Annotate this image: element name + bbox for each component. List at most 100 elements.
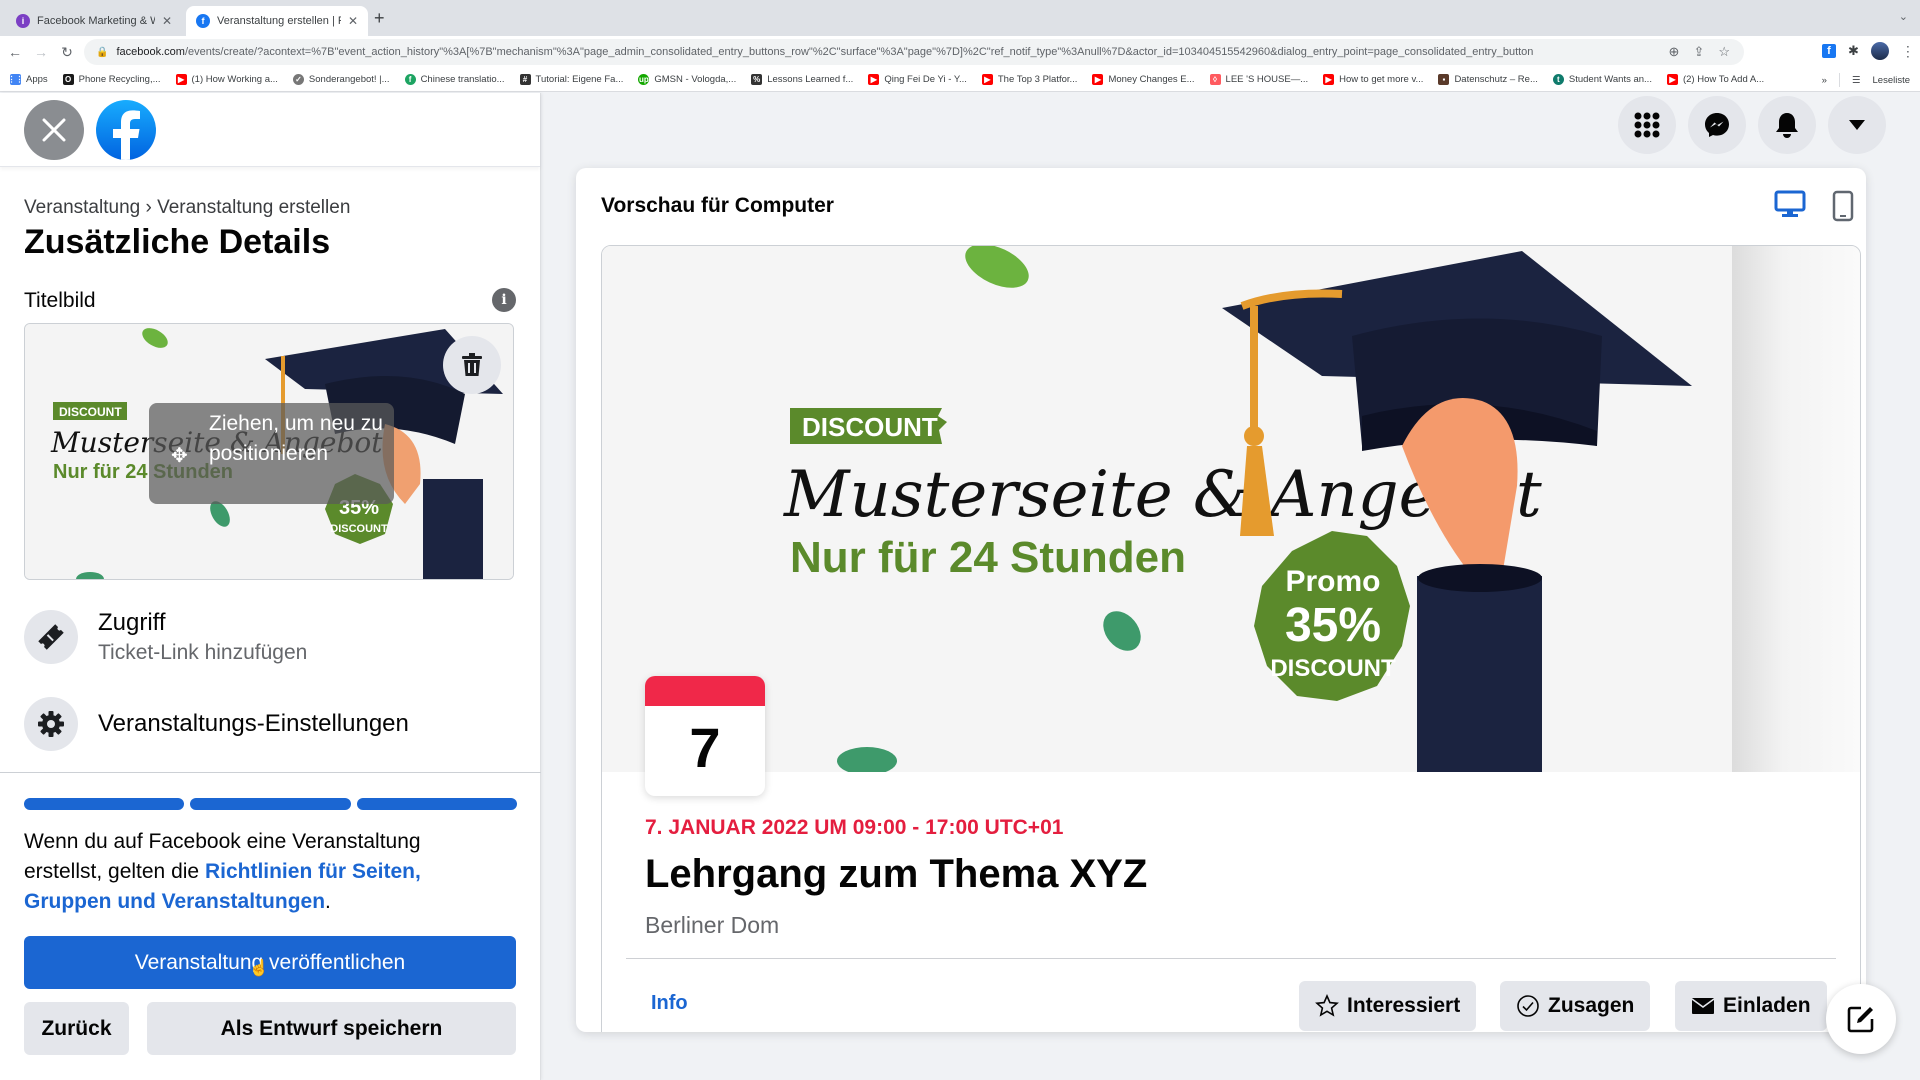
facebook-top-nav	[1618, 96, 1886, 154]
bookmark-item[interactable]: ▶ Qing Fei De Yi - Y...	[868, 74, 967, 85]
bookmark-item[interactable]: f Chinese translatio...	[404, 74, 505, 85]
cover-photo-editor[interactable]: DISCOUNT Musterseite & Angebot Nur für 2…	[24, 323, 514, 580]
cover-photo-edge	[1732, 246, 1860, 772]
breadcrumb-parent[interactable]: Veranstaltung	[24, 197, 140, 218]
calendar-day: 7	[689, 716, 721, 779]
bookmark-item[interactable]: ▶ The Top 3 Platfor...	[981, 74, 1078, 85]
new-tab-button[interactable]: +	[374, 8, 385, 29]
close-button[interactable]	[24, 100, 84, 160]
breadcrumb-separator: ›	[145, 197, 152, 218]
bookmark-item[interactable]: ◊ LEE 'S HOUSE—...	[1209, 74, 1308, 85]
mobile-preview-toggle[interactable]	[1832, 190, 1854, 222]
messenger-button[interactable]	[1688, 96, 1746, 154]
event-settings-option[interactable]: Veranstaltungs-Einstellungen	[24, 697, 409, 751]
facebook-logo[interactable]	[96, 100, 156, 160]
bookmark-item[interactable]: ✓ Sonderangebot! |...	[292, 74, 390, 85]
event-preview-card: Vorschau für Computer DISCOUNT Mustersei…	[576, 168, 1866, 1032]
youtube-icon: ▶	[175, 74, 187, 85]
share-icon[interactable]: ⇪	[1693, 44, 1704, 60]
address-bar[interactable]: 🔒 facebook.com/events/create/?acontext=%…	[84, 39, 1744, 65]
svg-text:DISCOUNT: DISCOUNT	[59, 405, 122, 419]
browser-menu-icon[interactable]: ⋮	[1901, 43, 1915, 60]
cover-subline: Nur für 24 Stunden	[790, 533, 1186, 582]
zoom-icon[interactable]: ⊕	[1669, 44, 1680, 60]
upwork-icon: up	[638, 74, 650, 85]
compose-icon	[1847, 1006, 1874, 1033]
tab-title: Veranstaltung erstellen | Faceb	[217, 15, 341, 27]
close-tab-icon[interactable]: ✕	[348, 14, 358, 28]
forward-arrow-icon[interactable]: →	[30, 44, 52, 60]
tab-search-icon[interactable]: ⌄	[1899, 10, 1908, 23]
reading-list-button[interactable]: Leseliste	[1873, 75, 1911, 86]
facebook-icon: f	[196, 14, 210, 28]
promo-seal-top: Promo	[1285, 565, 1380, 598]
facebook-extension-icon[interactable]: f	[1822, 44, 1836, 58]
event-title: Lehrgang zum Thema XYZ	[645, 852, 1148, 896]
youtube-icon: ▶	[1092, 74, 1104, 85]
publish-event-button[interactable]: Veranstaltung veröffentlichen	[24, 936, 516, 989]
trash-icon	[462, 353, 482, 376]
event-cover-photo: DISCOUNT Musterseite & Angebot Nur für 2…	[602, 246, 1860, 772]
info-icon[interactable]: i	[492, 288, 516, 312]
menu-button[interactable]	[1618, 96, 1676, 154]
back-arrow-icon[interactable]: ←	[4, 44, 26, 60]
interested-button[interactable]: Interessiert	[1299, 981, 1477, 1031]
bookmarks-overflow-button[interactable]: »	[1822, 75, 1827, 86]
bookmark-item[interactable]: up GMSN - Vologda,...	[638, 74, 736, 85]
desktop-preview-toggle[interactable]	[1774, 190, 1806, 218]
browser-tab-active[interactable]: f Veranstaltung erstellen | Faceb ✕	[186, 6, 368, 36]
reload-icon[interactable]: ↻	[56, 44, 78, 61]
check-badge-icon: ✓	[292, 74, 304, 85]
access-option[interactable]: Zugriff Ticket-Link hinzufügen	[24, 609, 307, 665]
bookmark-label: Tutorial: Eigene Fa...	[535, 74, 624, 85]
invite-button[interactable]: Einladen	[1675, 981, 1827, 1031]
bookmark-item[interactable]: # Tutorial: Eigene Fa...	[519, 74, 624, 85]
bookmark-star-icon[interactable]: ☆	[1718, 44, 1730, 60]
notifications-button[interactable]	[1758, 96, 1816, 154]
bookmarks-bar: ⋮⋮ Apps O Phone Recycling,... ▶ (1) How Worki…	[0, 68, 1920, 92]
going-button[interactable]: Zusagen	[1500, 981, 1651, 1031]
bookmark-label: The Top 3 Platfor...	[997, 74, 1078, 85]
desktop-icon	[1774, 190, 1806, 217]
bookmark-label: (1) How Working a...	[191, 74, 278, 85]
bookmark-item[interactable]: ▶ (2) How To Add A...	[1666, 74, 1764, 85]
bookmark-label: Datenschutz – Re...	[1454, 74, 1538, 85]
bookmark-item[interactable]: ▪ Datenschutz – Re...	[1438, 74, 1538, 85]
facebook-f-icon	[113, 110, 140, 160]
new-message-button[interactable]	[1826, 984, 1896, 1054]
access-title: Zugriff	[98, 609, 166, 636]
delete-cover-button[interactable]	[443, 336, 501, 394]
cover-photo-image: DISCOUNT Musterseite & Angebot Nur für 2…	[602, 246, 1732, 772]
close-tab-icon[interactable]: ✕	[162, 14, 172, 28]
o2-icon: O	[62, 74, 74, 85]
bookmark-item[interactable]: O Phone Recycling,...	[62, 74, 161, 85]
reposition-hint[interactable]: ✥ Ziehen, um neu zu positionieren	[149, 403, 394, 504]
bookmark-item[interactable]: ⋮⋮ Apps	[8, 74, 48, 85]
interested-label: Interessiert	[1347, 994, 1461, 1017]
cover-discount-badge-text: DISCOUNT	[802, 412, 938, 442]
account-button[interactable]	[1828, 96, 1886, 154]
t-circle-icon: t	[1552, 74, 1564, 85]
bookmark-label: Chinese translatio...	[420, 74, 505, 85]
invite-label: Einladen	[1723, 994, 1811, 1017]
page-title: Zusätzliche Details	[24, 223, 331, 261]
bookmark-item[interactable]: t Student Wants an...	[1552, 74, 1652, 85]
extensions-icon[interactable]: ✱	[1848, 43, 1859, 59]
mouse-pointer-icon: ☝	[249, 960, 269, 977]
bookmark-item[interactable]: ▶ How to get more v...	[1323, 74, 1423, 85]
move-arrows-icon: ✥	[171, 445, 188, 467]
bookmark-item[interactable]: ▶ Money Changes E...	[1092, 74, 1195, 85]
going-label: Zusagen	[1548, 994, 1635, 1017]
airbnb-icon: ◊	[1209, 74, 1221, 85]
tab-info[interactable]: Info	[651, 992, 688, 1015]
browser-tab[interactable]: i Facebook Marketing & Werbea ✕	[6, 6, 182, 36]
save-draft-button[interactable]: Als Entwurf speichern	[147, 1002, 516, 1055]
bookmark-item[interactable]: ▶ (1) How Working a...	[175, 74, 278, 85]
bookmark-label: Phone Recycling,...	[78, 74, 161, 85]
back-button[interactable]: Zurück	[24, 1002, 129, 1055]
profile-avatar[interactable]	[1870, 42, 1889, 60]
event-divider	[626, 958, 1836, 959]
bookmark-item[interactable]: % Lessons Learned f...	[751, 74, 853, 85]
percent-icon: %	[751, 74, 763, 85]
event-date: 7. JANUAR 2022 UM 09:00 - 17:00 UTC+01	[645, 816, 1064, 839]
